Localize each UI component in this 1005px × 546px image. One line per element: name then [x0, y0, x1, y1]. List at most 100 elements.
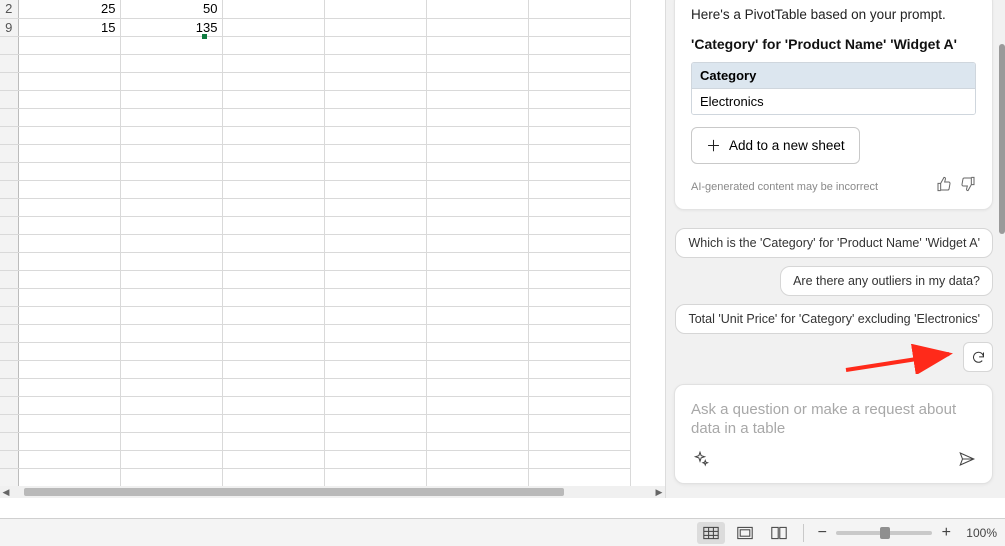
- row-header[interactable]: [0, 180, 18, 198]
- cell[interactable]: [222, 396, 324, 414]
- cell[interactable]: [528, 216, 630, 234]
- row-header[interactable]: [0, 90, 18, 108]
- cell[interactable]: [528, 198, 630, 216]
- cell[interactable]: [222, 306, 324, 324]
- cell[interactable]: [222, 360, 324, 378]
- cell[interactable]: [120, 198, 222, 216]
- cell[interactable]: [426, 144, 528, 162]
- panel-scroll-thumb[interactable]: [999, 44, 1005, 234]
- cell[interactable]: [324, 414, 426, 432]
- cell[interactable]: [120, 270, 222, 288]
- cell[interactable]: [528, 306, 630, 324]
- cell[interactable]: [426, 396, 528, 414]
- row-header[interactable]: [0, 396, 18, 414]
- cell[interactable]: [324, 270, 426, 288]
- cell[interactable]: [18, 162, 120, 180]
- cell[interactable]: [18, 306, 120, 324]
- cell[interactable]: [324, 36, 426, 54]
- row-header[interactable]: [0, 414, 18, 432]
- cell[interactable]: [324, 324, 426, 342]
- scroll-track[interactable]: [24, 486, 641, 498]
- cell[interactable]: [222, 54, 324, 72]
- cell[interactable]: [528, 288, 630, 306]
- cell[interactable]: [120, 468, 222, 486]
- cell[interactable]: [222, 0, 324, 18]
- cell[interactable]: [426, 468, 528, 486]
- row-header[interactable]: [0, 108, 18, 126]
- cell[interactable]: [324, 0, 426, 18]
- send-icon[interactable]: [958, 450, 976, 473]
- zoom-in-button[interactable]: +: [938, 524, 954, 542]
- cell[interactable]: [528, 0, 630, 18]
- refresh-suggestions-button[interactable]: [963, 342, 993, 372]
- cell[interactable]: [120, 162, 222, 180]
- cell[interactable]: [222, 216, 324, 234]
- cell[interactable]: [222, 288, 324, 306]
- cell[interactable]: 50: [120, 0, 222, 18]
- row-header[interactable]: [0, 432, 18, 450]
- cell[interactable]: [426, 108, 528, 126]
- cell[interactable]: [528, 126, 630, 144]
- add-to-new-sheet-button[interactable]: ＋ Add to a new sheet: [691, 127, 860, 164]
- sparkle-icon[interactable]: [691, 450, 709, 473]
- view-page-layout-button[interactable]: [731, 522, 759, 544]
- cell[interactable]: [120, 306, 222, 324]
- cell[interactable]: [18, 468, 120, 486]
- cell[interactable]: [528, 432, 630, 450]
- cell[interactable]: [120, 72, 222, 90]
- cell[interactable]: [18, 342, 120, 360]
- scroll-thumb[interactable]: [24, 488, 564, 496]
- cell[interactable]: [426, 432, 528, 450]
- cell[interactable]: [120, 126, 222, 144]
- cell[interactable]: [324, 360, 426, 378]
- row-header[interactable]: [0, 162, 18, 180]
- cell[interactable]: [324, 252, 426, 270]
- cell[interactable]: [18, 72, 120, 90]
- cell[interactable]: [222, 144, 324, 162]
- row-header[interactable]: [0, 288, 18, 306]
- thumbs-down-icon[interactable]: [960, 176, 976, 197]
- active-cell-handle[interactable]: [202, 34, 207, 39]
- row-header[interactable]: [0, 216, 18, 234]
- cell[interactable]: [222, 468, 324, 486]
- cell[interactable]: [18, 450, 120, 468]
- cell[interactable]: [426, 18, 528, 36]
- cell[interactable]: [528, 18, 630, 36]
- panel-scrollbar[interactable]: [999, 0, 1005, 498]
- cell[interactable]: [324, 198, 426, 216]
- cell[interactable]: [120, 342, 222, 360]
- cell[interactable]: [120, 252, 222, 270]
- cell[interactable]: [426, 0, 528, 18]
- cell[interactable]: [426, 360, 528, 378]
- horizontal-scrollbar[interactable]: ◀ ▶: [0, 486, 665, 498]
- cell[interactable]: [222, 378, 324, 396]
- cell[interactable]: [120, 144, 222, 162]
- zoom-value[interactable]: 100%: [966, 526, 997, 540]
- cell[interactable]: [120, 108, 222, 126]
- cell[interactable]: [18, 360, 120, 378]
- row-header[interactable]: [0, 72, 18, 90]
- scroll-left-arrow[interactable]: ◀: [0, 486, 12, 498]
- cell[interactable]: [528, 54, 630, 72]
- cell[interactable]: [324, 126, 426, 144]
- zoom-slider-knob[interactable]: [880, 527, 890, 539]
- cell[interactable]: [222, 108, 324, 126]
- cell[interactable]: [528, 72, 630, 90]
- cell[interactable]: [324, 468, 426, 486]
- cell[interactable]: [324, 72, 426, 90]
- cell[interactable]: [324, 396, 426, 414]
- cell[interactable]: [120, 414, 222, 432]
- cell[interactable]: [222, 198, 324, 216]
- cell[interactable]: [120, 360, 222, 378]
- zoom-out-button[interactable]: −: [814, 524, 830, 542]
- cell[interactable]: [528, 36, 630, 54]
- cell[interactable]: [426, 54, 528, 72]
- cell[interactable]: [528, 108, 630, 126]
- cell[interactable]: [324, 162, 426, 180]
- cell[interactable]: [120, 324, 222, 342]
- cell[interactable]: [528, 144, 630, 162]
- cell[interactable]: [18, 216, 120, 234]
- row-header[interactable]: [0, 126, 18, 144]
- cell[interactable]: [222, 252, 324, 270]
- cell[interactable]: [426, 126, 528, 144]
